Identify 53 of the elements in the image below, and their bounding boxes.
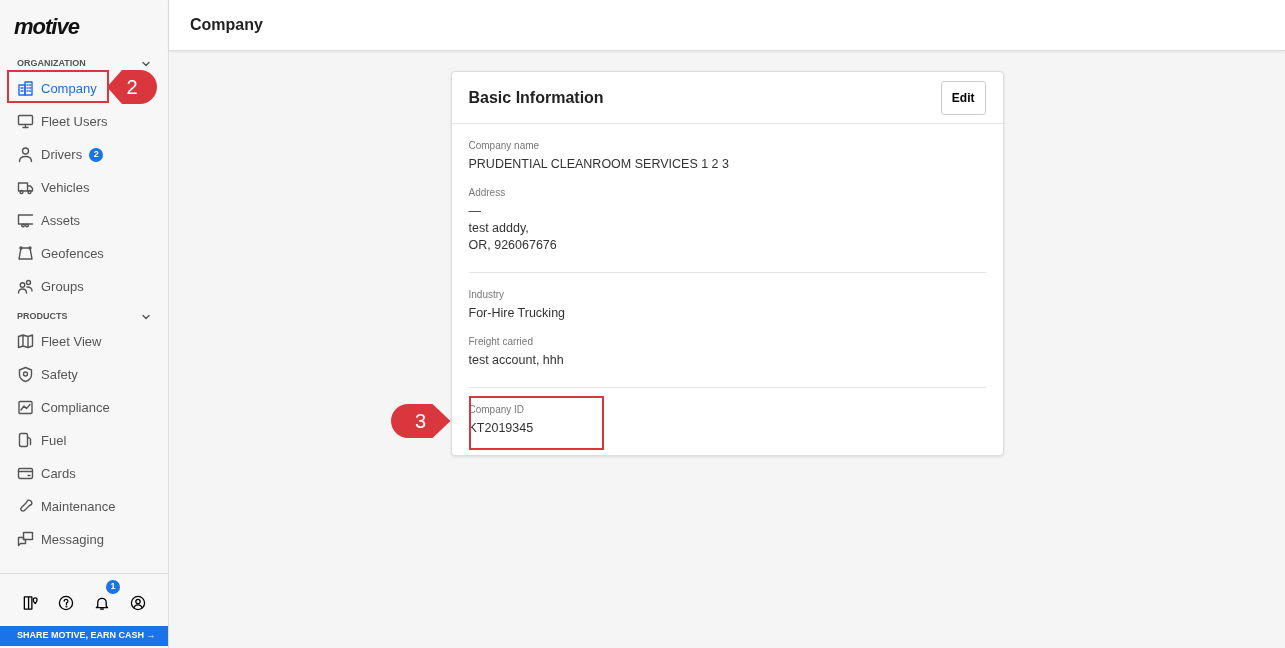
field-label: Freight carried bbox=[468, 335, 534, 349]
card-icon bbox=[17, 465, 34, 482]
truck-icon bbox=[17, 179, 34, 196]
field-value: OR, 926067676 bbox=[468, 237, 558, 254]
nav-item[interactable]: Geofences bbox=[0, 237, 168, 270]
chart-icon bbox=[17, 399, 34, 416]
chevron-icon[interactable] bbox=[141, 312, 151, 322]
field-value: test adddy, bbox=[468, 220, 530, 237]
field-value: For-Hire Trucking bbox=[468, 305, 567, 322]
nav-item[interactable]: Maintenance bbox=[0, 490, 168, 523]
field-label: Address bbox=[468, 186, 507, 200]
card-title: Basic Information bbox=[468, 87, 604, 108]
nav-item[interactable]: Fleet View bbox=[0, 325, 168, 358]
field-value: test account, hhh bbox=[468, 352, 565, 369]
nav-item[interactable]: Messaging bbox=[0, 523, 168, 556]
nav-item[interactable]: Company 2 bbox=[0, 72, 168, 105]
nav-item[interactable]: Groups bbox=[0, 270, 168, 303]
referral-banner[interactable]: SHARE MOTIVE, EARN CASH → bbox=[0, 626, 168, 646]
help-icon[interactable] bbox=[58, 594, 74, 611]
nav-item[interactable]: Vehicles bbox=[0, 171, 168, 204]
page-title: Company bbox=[190, 15, 263, 35]
callout-marker: 2 bbox=[107, 70, 157, 104]
logo: motive bbox=[13, 13, 81, 41]
nav-item[interactable]: Fuel bbox=[0, 424, 168, 457]
section-heading: PRODUCTS bbox=[17, 310, 68, 324]
fuel-pump-icon bbox=[17, 432, 34, 449]
map-icon bbox=[17, 333, 34, 350]
edit-button[interactable]: Edit bbox=[940, 80, 986, 115]
field-label: Industry bbox=[468, 288, 506, 302]
polygon-icon bbox=[17, 245, 34, 262]
field-value: PRUDENTIAL CLEANROOM SERVICES 1 2 3 bbox=[468, 156, 730, 173]
person-icon bbox=[17, 146, 34, 163]
shield-icon bbox=[17, 366, 34, 383]
nav-item[interactable]: Fleet Users bbox=[0, 105, 168, 138]
people-icon bbox=[17, 278, 34, 295]
user-circle-icon[interactable] bbox=[130, 594, 146, 611]
nav-item[interactable]: Cards bbox=[0, 457, 168, 490]
trailer-icon bbox=[17, 212, 34, 229]
nav-item[interactable]: Assets bbox=[0, 204, 168, 237]
book-pin-icon[interactable] bbox=[22, 594, 38, 611]
nav-item[interactable]: Drivers 2 bbox=[0, 138, 168, 171]
count-badge: 1 bbox=[106, 580, 120, 594]
field-value: — bbox=[468, 203, 482, 220]
callout-marker: 3 bbox=[390, 404, 451, 438]
nav-item[interactable]: Safety bbox=[0, 358, 168, 391]
section-heading: ORGANIZATION bbox=[17, 57, 86, 71]
chevron-icon[interactable] bbox=[141, 59, 151, 69]
monitor-icon bbox=[17, 113, 34, 130]
field-label: Company name bbox=[468, 139, 541, 153]
chat-windows-icon bbox=[17, 531, 34, 548]
count-badge: 2 bbox=[89, 147, 104, 162]
nav-item[interactable]: Compliance bbox=[0, 391, 168, 424]
building-icon bbox=[17, 80, 34, 97]
